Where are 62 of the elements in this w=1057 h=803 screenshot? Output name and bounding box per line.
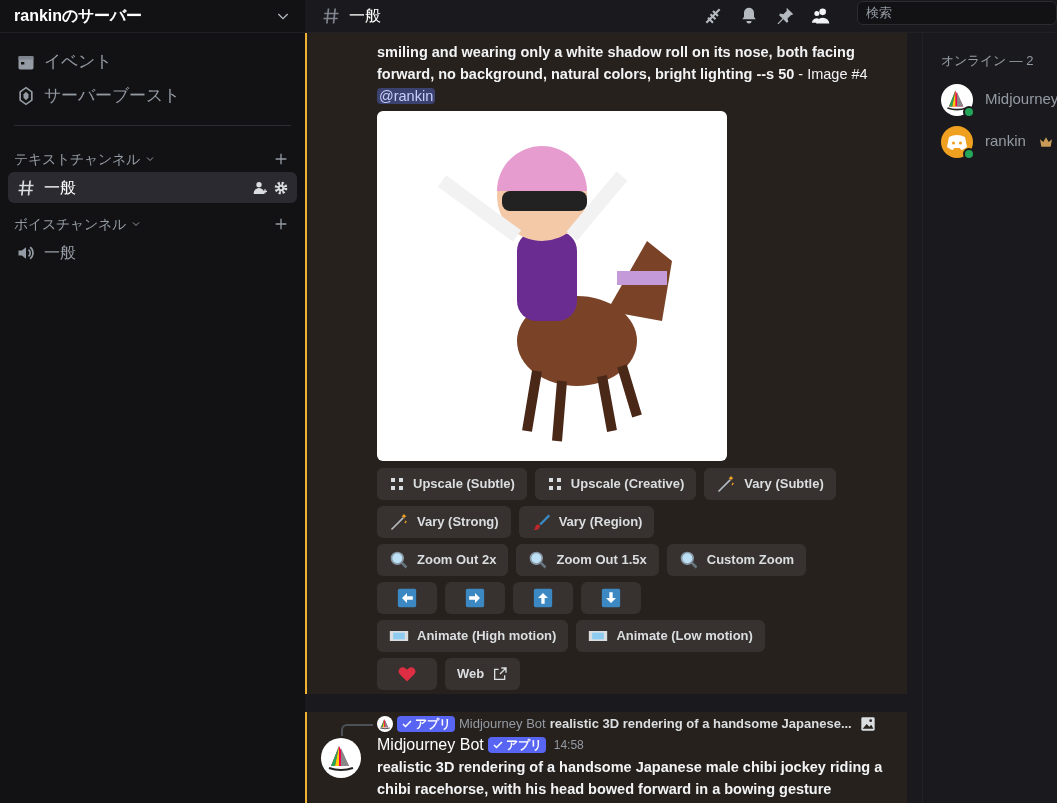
user-avatar [941,125,973,158]
magnifier-icon [389,550,409,570]
message-time: 14:58 [553,737,584,754]
reaction-button[interactable] [377,658,437,690]
category-header[interactable]: ボイスチャンネル [14,213,126,235]
add-member-icon [253,179,269,196]
channel-item[interactable]: 一般 [8,172,297,203]
member-name: rankin [985,131,1026,152]
message-text: realistic 3D rendering of a handsome Japanese male chibi jockey riding a chibi racehorse, with his head bowed forward in a bowing gesture [377,758,884,799]
image-icon [859,716,876,732]
action-button[interactable]: Web [445,658,521,690]
app-label: アプリ [505,737,542,753]
expand-icon [546,476,563,492]
sidebar-shortcut[interactable]: サーバーブースト [8,79,297,113]
reply-connector-line [341,724,373,736]
magnifier-icon [678,550,699,570]
heart-icon [397,664,417,684]
sailboat-avatar [377,716,393,732]
channel-item[interactable]: 一般 [8,237,297,268]
sailboat-avatar [321,738,361,778]
reply-author[interactable]: Midjourney Bot [459,714,546,734]
sailboat-avatar [941,83,973,116]
category-header[interactable]: テキストチャンネル [14,148,140,170]
action-button[interactable]: Zoom Out 1.5x [516,544,659,576]
action-button[interactable]: Zoom Out 2x [377,544,509,576]
sidebar-shortcut[interactable]: イベント [8,45,297,79]
checkmark-icon [401,718,413,730]
message-text: smiling and wearing only a white shadow roll on its nose, both facing forward, no background, natural colors, bright lighting --s 50 - Image #4 @rankin [377,43,869,106]
hashtag-icon [16,177,36,198]
action-button[interactable]: Vary (Subtle) [704,468,836,500]
action-button[interactable]: Animate (Low motion) [576,620,765,652]
members-heading: オンライン — 2 [941,52,1035,70]
action-button[interactable]: Animate (High motion) [377,620,569,652]
magic-wand-icon [389,512,409,532]
arrow-button[interactable] [581,582,641,614]
action-button[interactable]: Custom Zoom [666,544,807,576]
server-name[interactable]: rankinのサーバー [14,4,142,28]
plus-icon [273,151,289,167]
arrow-button[interactable] [513,582,573,614]
action-button[interactable]: Vary (Region) [518,506,655,538]
arrow-button[interactable] [445,582,505,614]
magnifier-icon [528,550,549,570]
magic-wand-icon [716,474,737,494]
action-button[interactable]: Vary (Strong) [377,506,511,538]
author-name[interactable]: Midjourney Bot [377,733,484,757]
checkmark-icon [491,739,504,751]
gear-icon [273,179,289,196]
reply-snippet[interactable]: realistic 3D rendering of a handsome Japanese... [549,714,852,734]
plus-icon [273,216,289,232]
app-label: アプリ [415,716,451,732]
action-button[interactable]: Upscale (Creative) [534,468,697,500]
action-button[interactable]: Upscale (Subtle) [377,468,527,500]
external-link-icon [492,666,509,682]
channel-title: 一般 [349,6,382,26]
arrow-button[interactable] [377,582,437,614]
paintbrush-icon [530,512,551,532]
search-field[interactable]: 検索 [857,0,1057,25]
expand-icon [389,476,405,492]
gem-icon [16,86,36,106]
member-item[interactable]: rankin [941,120,1057,163]
hashtag-icon [321,6,341,26]
user-mention[interactable]: @rankin [377,88,436,104]
